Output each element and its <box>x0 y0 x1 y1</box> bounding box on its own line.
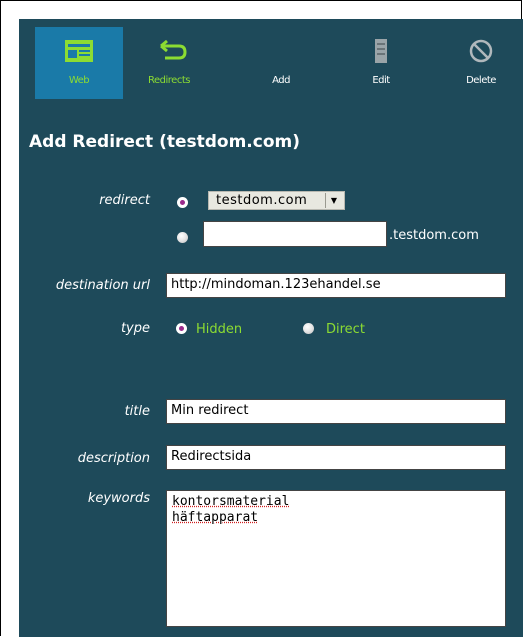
keywords-textarea[interactable]: kontorsmaterial häftapparat <box>166 490 506 627</box>
toolbar-edit-label: Edit <box>372 75 390 86</box>
title-label: title <box>124 404 150 419</box>
toolbar-web-button[interactable]: Web <box>35 27 123 99</box>
web-icon <box>65 40 93 62</box>
toolbar-delete-label: Delete <box>466 75 496 86</box>
destination-url-input[interactable]: http://mindoman.123ehandel.se <box>166 273 506 298</box>
destination-url-label: destination url <box>55 278 150 293</box>
page-title: Add Redirect (testdom.com) <box>29 132 300 152</box>
redirect-label: redirect <box>99 193 150 208</box>
description-label: description <box>77 451 150 466</box>
type-direct-radio[interactable] <box>303 323 314 334</box>
toolbar-add-button[interactable]: Add <box>237 27 325 99</box>
toolbar-edit-button[interactable]: Edit <box>337 27 425 99</box>
toolbar: Web Redirects Add Edit Delete <box>19 19 523 99</box>
redirect-subdomain-radio[interactable] <box>177 232 188 243</box>
main-panel: Web Redirects Add Edit Delete Add Redire… <box>19 19 523 637</box>
chevron-down-icon: ▼ <box>325 193 342 208</box>
toolbar-redirects-label: Redirects <box>148 75 190 86</box>
keyword-line: kontorsmaterial <box>172 494 290 509</box>
toolbar-redirects-button[interactable]: Redirects <box>125 27 213 99</box>
description-input[interactable]: Redirectsida <box>166 445 506 470</box>
toolbar-add-label: Add <box>272 75 290 86</box>
edit-icon <box>375 39 387 63</box>
redirect-subdomain-input[interactable] <box>203 221 387 247</box>
toolbar-delete-button[interactable]: Delete <box>437 27 523 99</box>
redirect-subdomain-suffix: .testdom.com <box>389 228 479 243</box>
keyword-line: häftapparat <box>172 510 259 525</box>
type-hidden-label: Hidden <box>196 322 243 337</box>
title-input[interactable]: Min redirect <box>166 399 506 424</box>
redirect-domain-select[interactable]: testdom.com ▼ <box>208 191 345 210</box>
type-hidden-radio[interactable] <box>176 323 187 334</box>
redirect-arrow-icon <box>160 39 187 60</box>
type-direct-label: Direct <box>326 322 365 337</box>
delete-icon <box>469 39 493 63</box>
type-label: type <box>120 321 150 336</box>
redirect-domain-value: testdom.com <box>216 193 308 208</box>
redirect-domain-radio[interactable] <box>177 197 188 208</box>
toolbar-web-label: Web <box>68 75 90 86</box>
keywords-label: keywords <box>87 491 150 506</box>
